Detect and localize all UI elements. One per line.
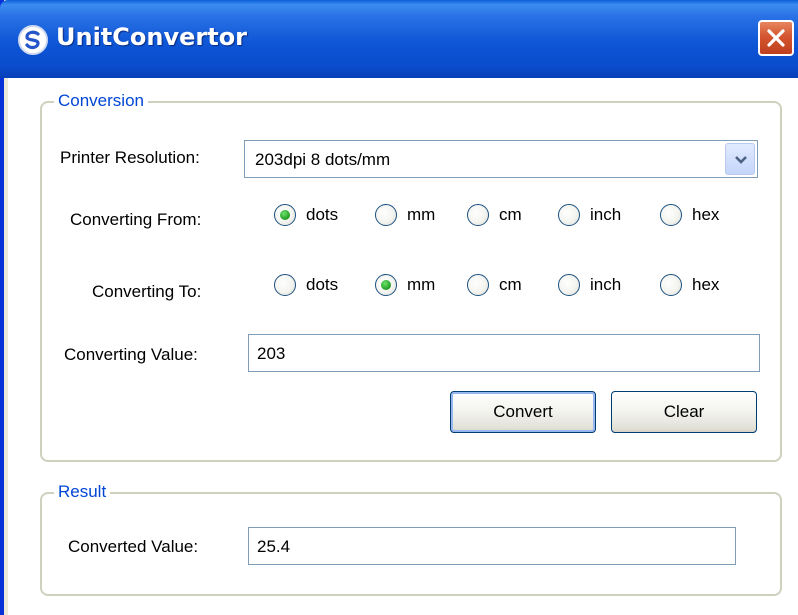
converting-from-options: dots mm cm inch hex — [274, 204, 754, 234]
to-label-dots: dots — [306, 275, 339, 294]
converting-value-label: Converting Value: — [64, 345, 198, 364]
radio-circle — [274, 274, 296, 296]
radio-circle — [274, 204, 296, 226]
converting-to-options: dots mm cm inch hex — [274, 274, 754, 304]
to-radio-inch[interactable]: inch — [558, 274, 621, 296]
converting-value-text: 203 — [257, 344, 286, 363]
from-label-hex: hex — [692, 205, 720, 224]
from-radio-hex[interactable]: hex — [660, 204, 719, 226]
to-label-inch: inch — [590, 275, 622, 294]
radio-circle — [467, 274, 489, 296]
converted-value-label: Converted Value: — [68, 537, 199, 556]
close-icon — [767, 29, 785, 47]
from-radio-mm[interactable]: mm — [375, 204, 435, 226]
to-label-cm: cm — [499, 275, 522, 294]
radio-circle — [660, 204, 682, 226]
from-label-inch: inch — [590, 205, 622, 224]
printer-resolution-label: Printer Resolution: — [60, 148, 200, 167]
radio-circle — [375, 274, 397, 296]
from-label-dots: dots — [306, 205, 339, 224]
converting-value-input[interactable]: 203 — [248, 334, 760, 372]
convert-button[interactable]: Convert — [450, 391, 596, 433]
to-radio-dots[interactable]: dots — [274, 274, 338, 296]
from-label-mm: mm — [407, 205, 436, 224]
conversion-group-label: Conversion — [54, 91, 148, 111]
app-logo-icon — [18, 25, 48, 55]
close-button[interactable] — [758, 20, 794, 56]
radio-circle — [660, 274, 682, 296]
chevron-down-icon — [735, 156, 747, 164]
from-radio-dots[interactable]: dots — [274, 204, 338, 226]
clear-button[interactable]: Clear — [611, 391, 757, 433]
radio-circle — [558, 204, 580, 226]
radio-circle — [558, 274, 580, 296]
from-label-cm: cm — [499, 205, 522, 224]
to-label-mm: mm — [407, 275, 436, 294]
converted-value-field[interactable]: 25.4 — [248, 527, 736, 565]
radio-circle — [375, 204, 397, 226]
printer-resolution-dropdown[interactable]: 203dpi 8 dots/mm — [244, 140, 758, 178]
window-title: UnitConvertor — [56, 23, 248, 51]
converted-value-text: 25.4 — [257, 537, 291, 556]
dropdown-button[interactable] — [725, 143, 755, 175]
title-bar[interactable]: UnitConvertor — [0, 0, 798, 78]
to-label-hex: hex — [692, 275, 720, 294]
to-radio-cm[interactable]: cm — [467, 274, 522, 296]
to-radio-mm[interactable]: mm — [375, 274, 435, 296]
converting-from-label: Converting From: — [70, 210, 202, 229]
radio-circle — [467, 204, 489, 226]
converting-to-label: Converting To: — [92, 282, 202, 301]
result-group-label: Result — [54, 482, 111, 502]
app-window: UnitConvertor Conversion Printer Resolut… — [0, 0, 798, 615]
from-radio-inch[interactable]: inch — [558, 204, 621, 226]
printer-resolution-value: 203dpi 8 dots/mm — [255, 150, 391, 169]
to-radio-hex[interactable]: hex — [660, 274, 719, 296]
from-radio-cm[interactable]: cm — [467, 204, 522, 226]
